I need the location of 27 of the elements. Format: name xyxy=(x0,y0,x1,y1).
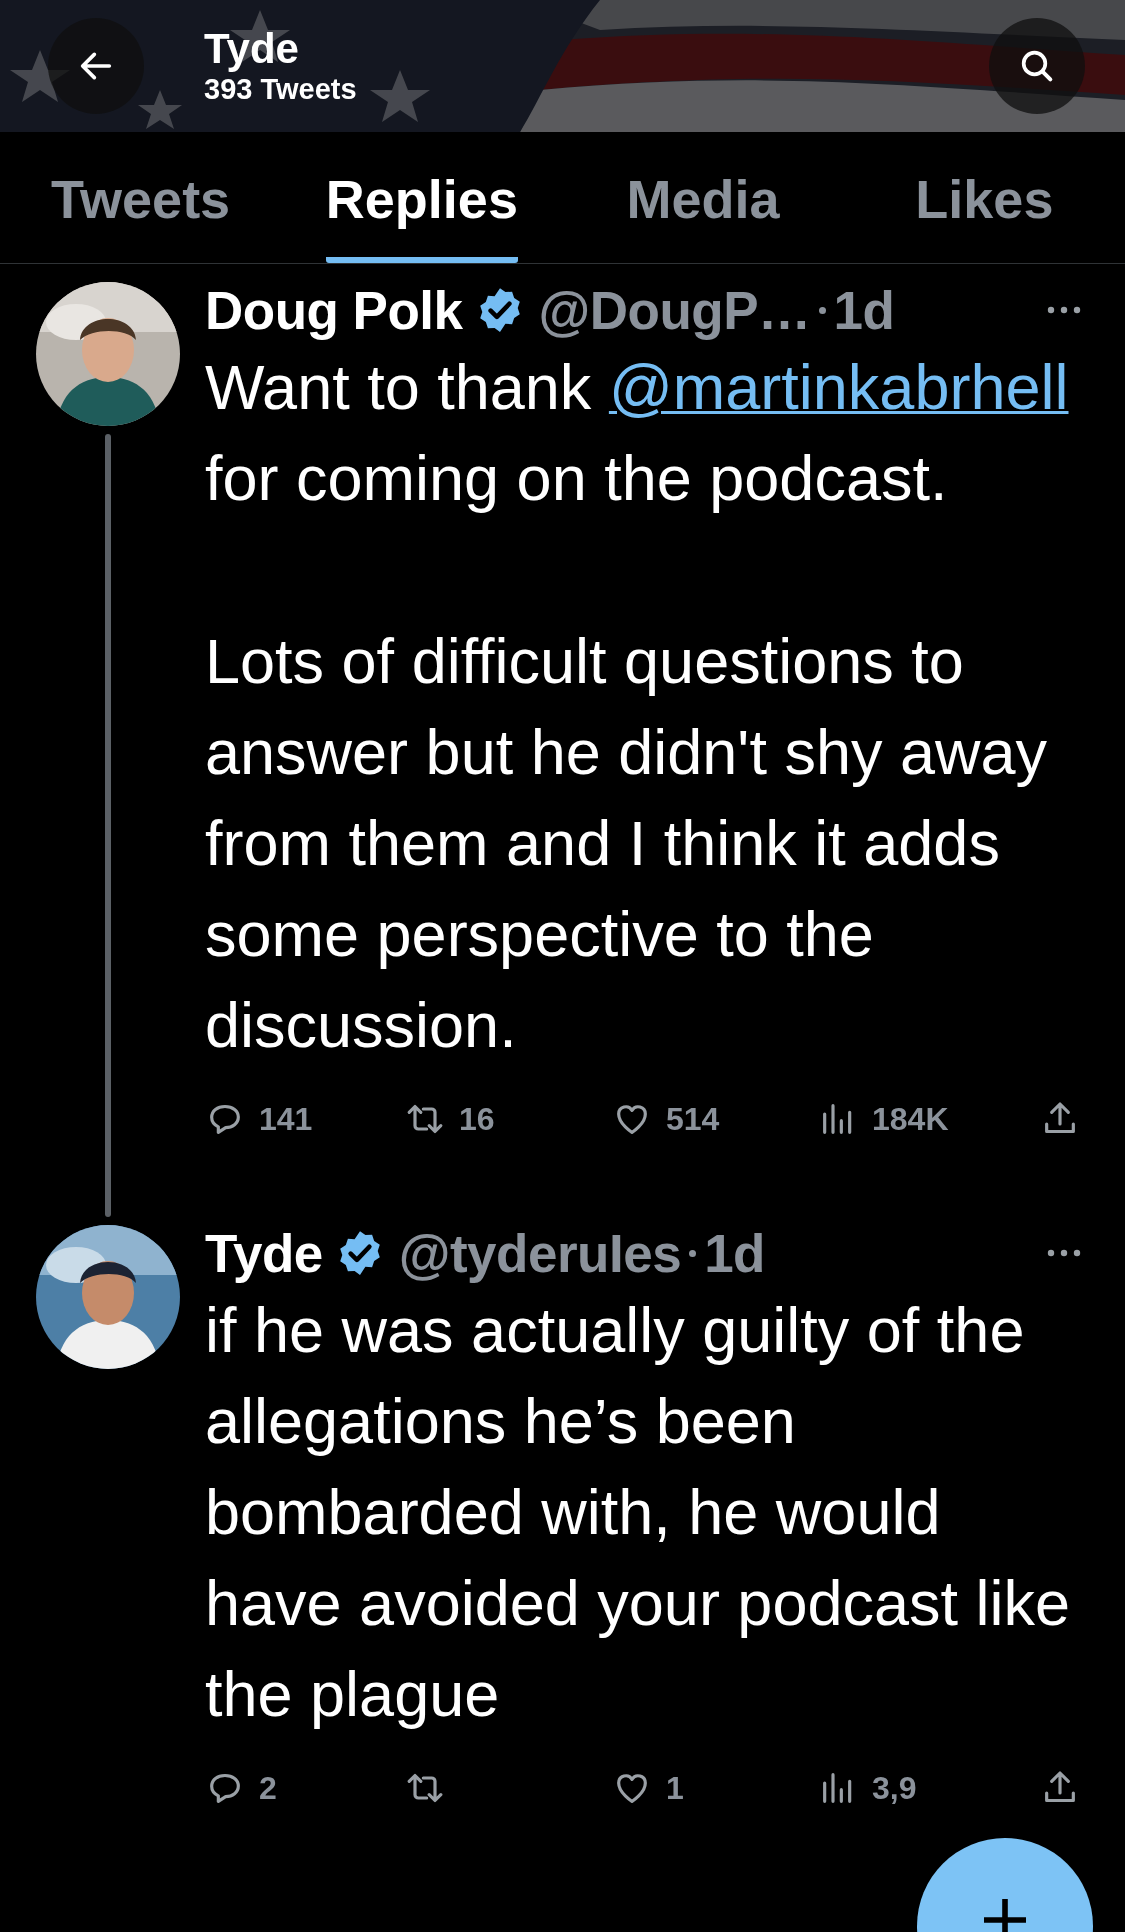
profile-tab[interactable]: Likes xyxy=(915,132,1054,263)
more-icon[interactable] xyxy=(1046,1248,1082,1258)
tweet-text: Want to thank @martinkabrhell for coming on the podcast. xyxy=(205,351,1070,515)
profile-tab[interactable]: Tweets xyxy=(51,132,231,263)
profile-tab[interactable]: Replies xyxy=(325,132,518,263)
mention-link[interactable]: @martinkabrhell xyxy=(608,352,1069,422)
timestamp: 1d xyxy=(833,279,895,341)
timestamp: 1d xyxy=(704,1222,765,1284)
more-icon[interactable] xyxy=(1046,305,1082,315)
action-count: 3,9 xyxy=(872,1769,917,1807)
tweet-count: 393 Tweets xyxy=(204,72,358,106)
action-count: 16 xyxy=(459,1100,495,1138)
action-count: 184K xyxy=(872,1100,949,1138)
action-count: 514 xyxy=(666,1100,720,1138)
action-count: 1 xyxy=(666,1769,684,1807)
profile-tab[interactable]: Media xyxy=(626,132,780,263)
author-handle: @DougP… xyxy=(538,279,811,341)
separator-dot-icon xyxy=(689,1249,697,1257)
separator-dot-icon xyxy=(818,306,826,314)
tweet-text: if he was actually guilty of the allegations he’s been bombarded with, he would have avoided your podcast like the plague xyxy=(205,1294,1072,1731)
profile-name: Tyde xyxy=(204,26,300,72)
action-count: 2 xyxy=(259,1769,277,1807)
author-handle: @tyderuIes xyxy=(398,1222,682,1284)
action-count: 141 xyxy=(259,1100,313,1138)
author-name: Tyde xyxy=(205,1222,323,1284)
tweet-text: Lots of difficult questions to answer but he didn't shy away from them and I think it adds some perspective to the discussion. xyxy=(205,625,1048,1062)
author-name: Doug Polk xyxy=(205,279,463,341)
